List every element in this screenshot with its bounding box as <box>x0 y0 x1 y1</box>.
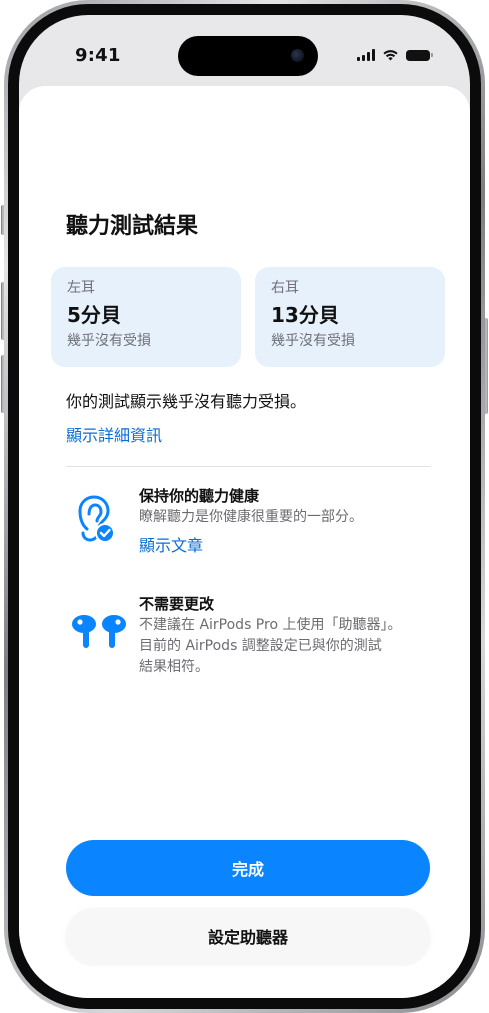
status-icons <box>357 49 433 61</box>
no-change-text: 不需要更改 不建議在 AirPods Pro 上使用「助聽器」。 目前的 Air… <box>139 594 439 678</box>
result-summary: 你的測試顯示幾乎沒有聽力受損。 <box>66 392 307 411</box>
left-ear-description: 幾乎沒有受損 <box>67 333 151 349</box>
show-article-link[interactable]: 顯示文章 <box>139 532 203 556</box>
screen: 9:41 聽力測試結果 左耳 5分貝 幾乎沒有受損 右耳 13分貝 幾乎沒有受損… <box>19 15 470 998</box>
dynamic-island <box>178 36 318 76</box>
front-camera-icon <box>291 49 304 62</box>
ear-checkmark-icon <box>78 495 115 543</box>
show-details-link[interactable]: 顯示詳細資訊 <box>66 422 162 446</box>
status-bar: 9:41 <box>19 15 470 87</box>
phone-bezel: 9:41 聽力測試結果 左耳 5分貝 幾乎沒有受損 右耳 13分貝 幾乎沒有受損… <box>8 4 481 1009</box>
phone-frame: 9:41 聽力測試結果 左耳 5分貝 幾乎沒有受損 右耳 13分貝 幾乎沒有受損… <box>4 0 485 1013</box>
right-ear-value: 13分貝 <box>271 303 339 327</box>
right-ear-description: 幾乎沒有受損 <box>271 333 355 349</box>
left-ear-card: 左耳 5分貝 幾乎沒有受損 <box>51 267 241 367</box>
done-button[interactable]: 完成 <box>66 840 430 896</box>
right-ear-card: 右耳 13分貝 幾乎沒有受損 <box>255 267 445 367</box>
signal-icon <box>357 49 375 61</box>
status-time: 9:41 <box>75 45 121 66</box>
hearing-health-text: 保持你的聽力健康 瞭解聽力是你健康很重要的一部分。 顯示文章 <box>139 486 439 556</box>
left-ear-label: 左耳 <box>67 280 95 296</box>
divider <box>66 466 431 467</box>
airpods-pro-icon <box>72 615 126 648</box>
hearing-health-title: 保持你的聽力健康 <box>139 487 260 505</box>
battery-icon <box>406 49 433 61</box>
no-change-body-line-3: 結果相符。 <box>139 659 209 675</box>
no-change-body-line-2: 目前的 AirPods 調整設定已與你的測試 <box>139 638 382 654</box>
hearing-results-sheet: 聽力測試結果 左耳 5分貝 幾乎沒有受損 右耳 13分貝 幾乎沒有受損 你的測試… <box>19 86 470 998</box>
no-change-body: 不建議在 AirPods Pro 上使用「助聽器」。 目前的 AirPods 調… <box>139 615 439 678</box>
hearing-health-body: 瞭解聽力是你健康很重要的一部分。 <box>139 509 363 525</box>
right-ear-label: 右耳 <box>271 280 299 296</box>
setup-hearing-aid-button[interactable]: 設定助聽器 <box>66 908 430 964</box>
no-change-body-line-1: 不建議在 AirPods Pro 上使用「助聽器」。 <box>139 617 402 633</box>
wifi-icon <box>383 50 398 61</box>
no-change-title: 不需要更改 <box>139 595 215 613</box>
left-ear-value: 5分貝 <box>67 303 121 327</box>
page-title: 聽力測試結果 <box>66 214 199 239</box>
